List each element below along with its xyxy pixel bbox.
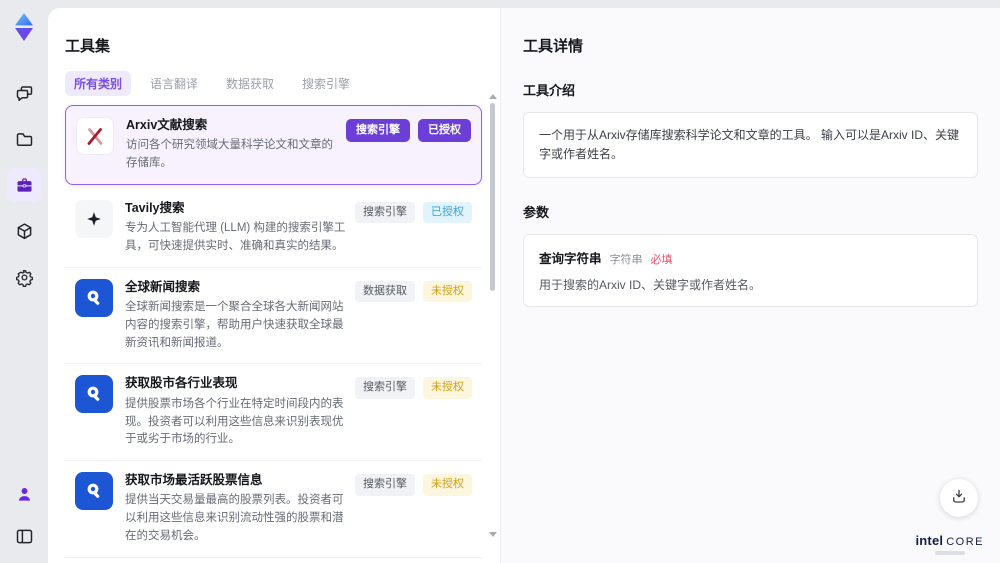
scroll-up-arrow-icon[interactable]	[488, 94, 497, 99]
core-wordmark: CORE	[946, 535, 984, 548]
category-tabs: 所有类别 语言翻译 数据获取 搜索引擎	[65, 71, 482, 97]
intro-box: 一个用于从Arxiv存储库搜索科学论文和文章的工具。 输入可以是Arxiv ID…	[523, 112, 978, 179]
tool-list: Arxiv文献搜索 访问各个研究领域大量科学论文和文章的存储库。 搜索引擎 已授…	[65, 105, 482, 563]
stock-search-logo-icon	[75, 472, 113, 511]
tool-name: Tavily搜索	[125, 200, 185, 215]
intro-text: 一个用于从Arxiv存储库搜索科学论文和文章的工具。 输入可以是Arxiv ID…	[539, 128, 960, 162]
tool-name: Arxiv文献搜索	[126, 118, 208, 133]
news-search-logo-icon	[75, 278, 113, 317]
app-logo-icon	[9, 12, 39, 42]
param-box: 查询字符串 字符串 必填 用于搜索的Arxiv ID、关键字或作者姓名。	[523, 234, 978, 308]
tool-card-arxiv[interactable]: Arxiv文献搜索 访问各个研究领域大量科学论文和文章的存储库。 搜索引擎 已授…	[65, 105, 482, 185]
brand-underline	[934, 551, 965, 555]
tool-tags: 搜索引擎 已授权	[355, 201, 472, 224]
sidebar-item-collapse[interactable]	[7, 519, 41, 553]
panel-toggle-icon	[14, 526, 35, 547]
intro-heading: 工具介绍	[523, 83, 576, 99]
download-icon	[950, 487, 968, 510]
sidebar-item-toolbox[interactable]	[7, 168, 41, 202]
category-badge: 搜索引擎	[346, 119, 410, 143]
tool-name: 获取市场最活跃股票信息	[125, 473, 263, 488]
download-button[interactable]	[940, 479, 978, 517]
category-badge: 数据获取	[355, 280, 415, 303]
auth-status-badge: 未授权	[423, 377, 472, 399]
tool-card-stock-sectors[interactable]: 获取股市各行业表现 提供股票市场各个行业在特定时间段内的表现。投资者可以利用这些…	[65, 364, 482, 462]
tool-card-body: 全球新闻搜索 全球新闻搜索是一个聚合全球各大新闻网站内容的搜索引擎，帮助用户快速…	[125, 279, 355, 353]
param-header: 查询字符串 字符串 必填	[539, 248, 962, 267]
tab-search-engine[interactable]: 搜索引擎	[293, 71, 359, 96]
tool-name: 全球新闻搜索	[125, 279, 201, 294]
param-type: 字符串	[609, 254, 643, 267]
main-content: 工具集 所有类别 语言翻译 数据获取 搜索引擎 Arxiv文献搜索 访问各个研究…	[48, 8, 1000, 563]
param-required-badge: 必填	[650, 254, 673, 267]
tool-tags: 搜索引擎 未授权	[355, 474, 472, 496]
tool-description: 提供当天交易量最高的股票列表。投资者可以利用这些信息来识别流动性强的股票和潜在的…	[125, 494, 344, 543]
app-window: 工具集 所有类别 语言翻译 数据获取 搜索引擎 Arxiv文献搜索 访问各个研究…	[0, 0, 1000, 563]
sidebar-item-settings[interactable]	[7, 260, 41, 294]
gear-icon	[14, 267, 35, 288]
page-title: 工具集	[65, 38, 111, 56]
tool-description: 提供股票市场各个行业在特定时间段内的表现。投资者可以利用这些信息来识别表现优于或…	[125, 397, 344, 446]
stock-search-logo-icon	[75, 375, 113, 414]
auth-status-badge: 未授权	[423, 474, 472, 496]
scroll-down-arrow-icon[interactable]	[488, 532, 497, 537]
tool-tags: 搜索引擎 未授权	[355, 377, 472, 399]
tool-tags: 数据获取 未授权	[355, 280, 472, 303]
detail-title: 工具详情	[523, 38, 584, 56]
tab-all-categories[interactable]: 所有类别	[65, 71, 132, 97]
auth-status-badge: 未授权	[423, 280, 472, 303]
list-scrollbar[interactable]	[488, 94, 497, 555]
icon-rail	[0, 0, 48, 563]
tool-card-tavily[interactable]: Tavily搜索 专为人工智能代理 (LLM) 构建的搜索引擎工具，可快速提供实…	[65, 188, 482, 268]
params-heading: 参数	[523, 205, 550, 221]
auth-status-badge: 已授权	[423, 201, 472, 224]
toolset-pane: 工具集 所有类别 语言翻译 数据获取 搜索引擎 Arxiv文献搜索 访问各个研究…	[48, 8, 500, 563]
param-description: 用于搜索的Arxiv ID、关键字或作者姓名。	[539, 278, 762, 293]
sidebar-item-files[interactable]	[7, 122, 41, 156]
tool-card-active-stocks[interactable]: 获取市场最活跃股票信息 提供当天交易量最高的股票列表。投资者可以利用这些信息来识…	[65, 461, 482, 558]
sparkle-logo-icon	[75, 199, 113, 238]
toolbox-icon	[14, 175, 35, 196]
scrollbar-thumb[interactable]	[490, 103, 495, 291]
tool-description: 访问各个研究领域大量科学论文和文章的存储库。	[126, 139, 333, 170]
intel-core-logo: intel CORE	[915, 532, 984, 555]
category-badge: 搜索引擎	[355, 201, 415, 224]
sidebar-item-chat[interactable]	[7, 76, 41, 110]
tool-card-regional-news[interactable]: 万维地区新闻查询 查询具体行政区划内的新闻，快速了解各地新闻动 搜索引擎 未授权	[65, 557, 482, 563]
tool-card-body: 获取市场最活跃股票信息 提供当天交易量最高的股票列表。投资者可以利用这些信息来识…	[125, 472, 355, 546]
intel-wordmark: intel	[915, 532, 944, 548]
tool-card-body: 获取股市各行业表现 提供股票市场各个行业在特定时间段内的表现。投资者可以利用这些…	[125, 375, 355, 449]
param-name: 查询字符串	[539, 252, 602, 267]
tab-language-translation[interactable]: 语言翻译	[141, 71, 207, 96]
tool-card-body: Arxiv文献搜索 访问各个研究领域大量科学论文和文章的存储库。	[126, 117, 346, 173]
chat-icon	[14, 83, 35, 104]
tool-description: 全球新闻搜索是一个聚合全球各大新闻网站内容的搜索引擎，帮助用户快速获取全球最新资…	[125, 301, 344, 349]
cube-icon	[14, 221, 35, 242]
folder-icon	[14, 129, 35, 150]
category-badge: 搜索引擎	[355, 474, 415, 496]
auth-status-badge: 已授权	[418, 119, 471, 143]
sidebar-item-account[interactable]	[7, 477, 41, 511]
tool-card-global-news[interactable]: 全球新闻搜索 全球新闻搜索是一个聚合全球各大新闻网站内容的搜索引擎，帮助用户快速…	[65, 267, 482, 365]
tool-detail-pane: 工具详情 工具介绍 一个用于从Arxiv存储库搜索科学论文和文章的工具。 输入可…	[500, 8, 1000, 563]
tool-description: 专为人工智能代理 (LLM) 构建的搜索引擎工具，可快速提供实时、准确和真实的结…	[125, 222, 346, 252]
tool-tags: 搜索引擎 已授权	[346, 119, 471, 143]
user-icon	[14, 484, 35, 505]
tool-card-body: Tavily搜索 专为人工智能代理 (LLM) 构建的搜索引擎工具，可快速提供实…	[125, 200, 355, 256]
sidebar-item-plugins[interactable]	[7, 214, 41, 248]
category-badge: 搜索引擎	[355, 377, 415, 399]
tool-name: 获取股市各行业表现	[125, 376, 238, 391]
tab-data-fetch[interactable]: 数据获取	[217, 71, 283, 96]
arxiv-logo-icon	[76, 117, 114, 156]
